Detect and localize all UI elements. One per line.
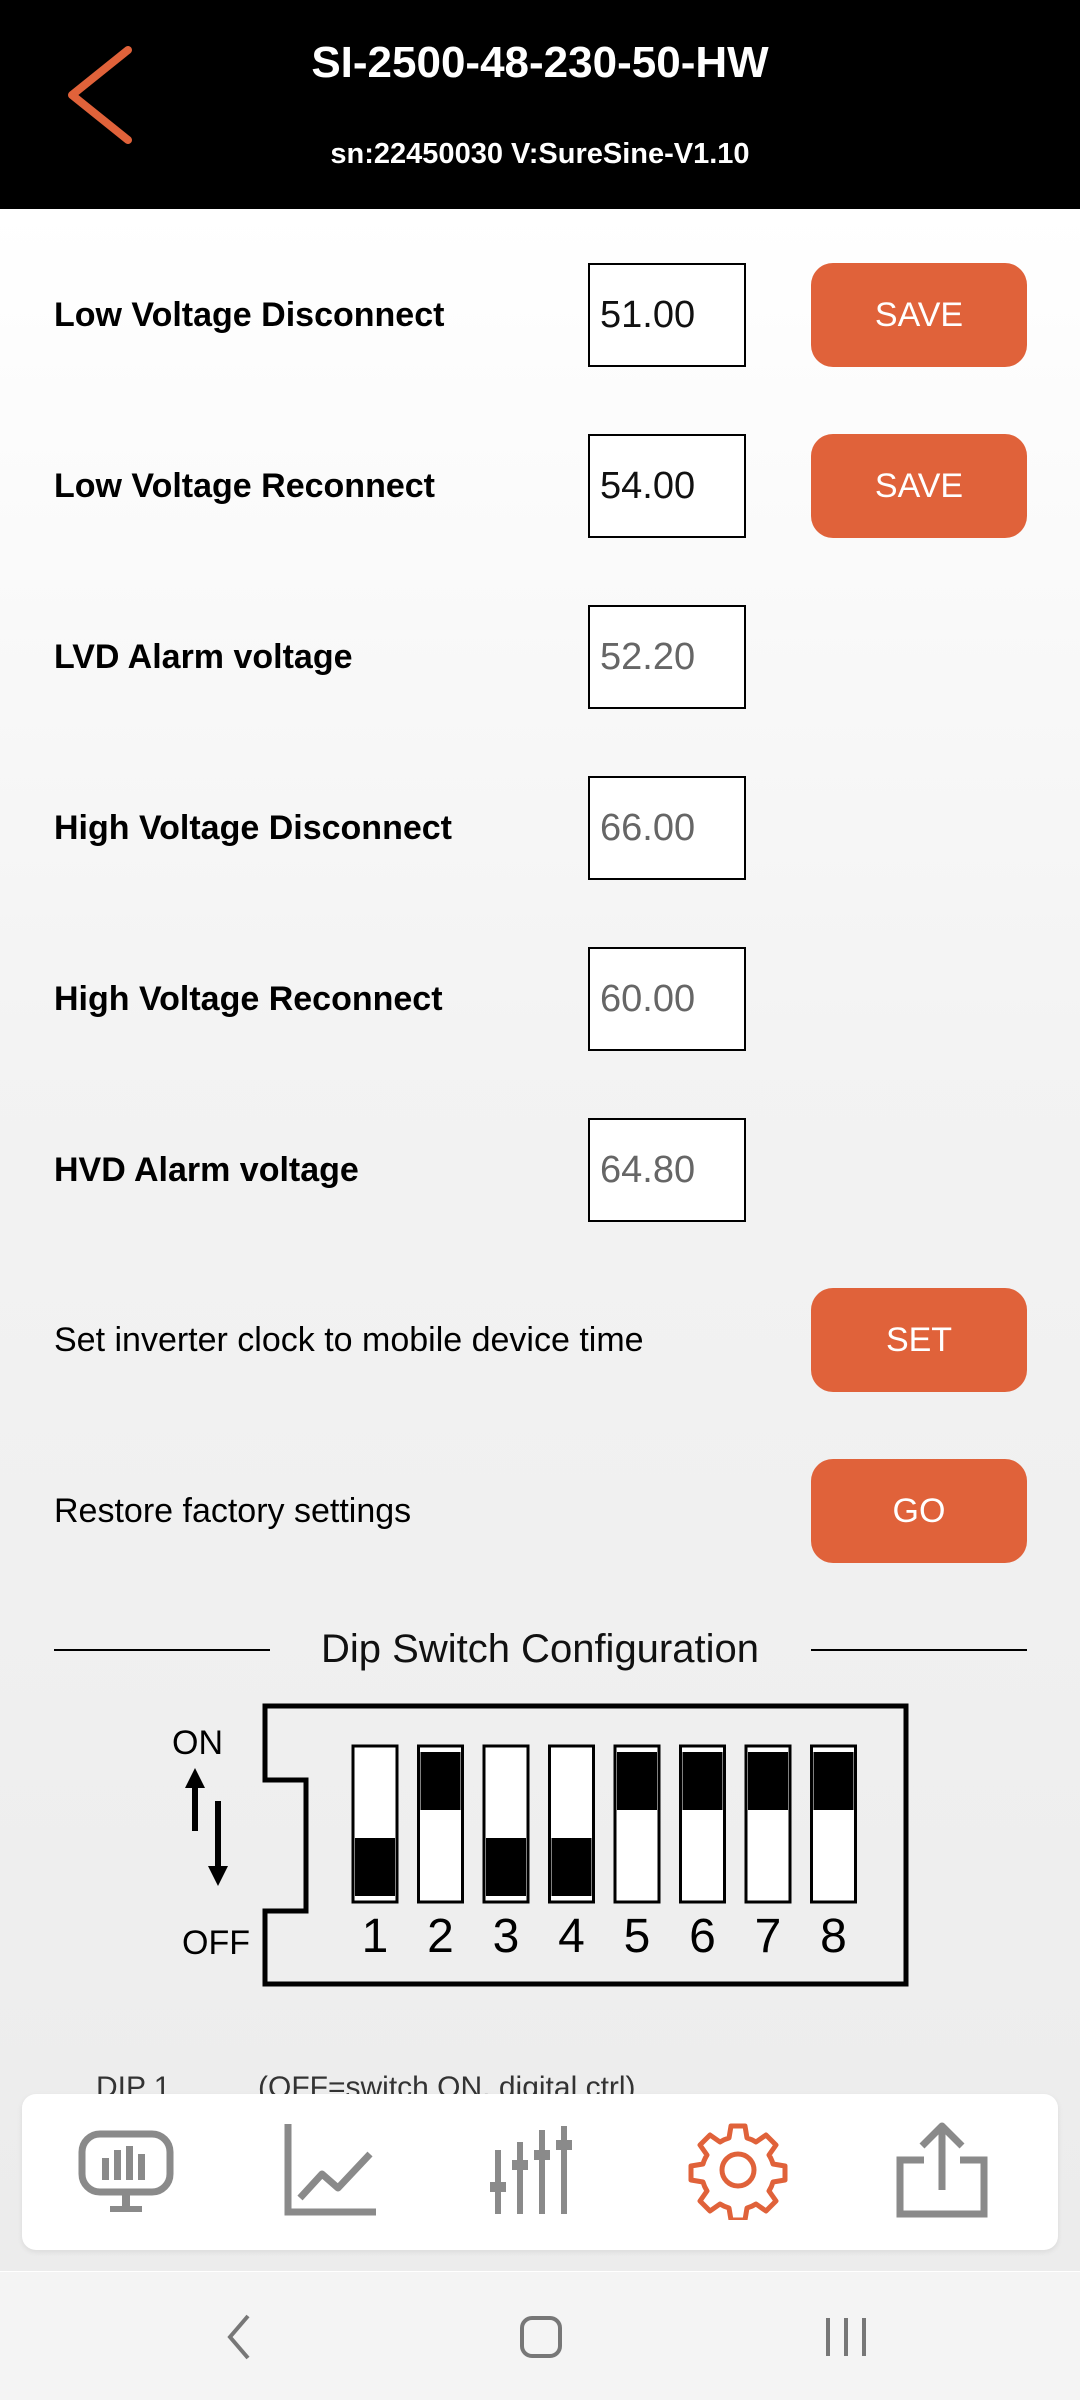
system-back-button[interactable] (212, 2312, 272, 2362)
dip-switch-number: 5 (624, 1910, 651, 1963)
low-voltage-reconnect-input[interactable]: 54.00 (588, 434, 746, 538)
nav-share[interactable] (892, 2120, 992, 2220)
line-chart-icon (284, 2124, 376, 2216)
dip-switch-knob (682, 1752, 723, 1810)
home-square-icon (520, 2316, 562, 2358)
nav-monitor[interactable] (76, 2120, 176, 2220)
device-subtitle: sn:22450030 V:SureSine-V1.10 (330, 138, 750, 170)
dip-switch-6: 6 (679, 1744, 726, 1963)
setting-label: High Voltage Disconnect (54, 809, 452, 847)
sliders-icon (490, 2126, 572, 2214)
dip-switch-diagram: ON OFF 12345678 (172, 1703, 909, 1987)
dip-switch-knob (748, 1752, 788, 1810)
dip-section-header: Dip Switch Configuration (0, 1619, 1080, 1679)
action-label: Restore factory settings (54, 1492, 412, 1530)
action-row-restore-factory: Restore factory settings GO (0, 1459, 1080, 1563)
save-lvd-button[interactable]: SAVE (811, 263, 1027, 367)
share-icon (896, 2122, 988, 2218)
dip-switch-3: 3 (482, 1744, 530, 1963)
dip-switch-number: 6 (689, 1910, 716, 1963)
dip-on-label: ON (172, 1724, 223, 1762)
action-label: Set inverter clock to mobile device time (54, 1321, 644, 1359)
dip-switch-knob (420, 1752, 461, 1810)
setting-row-high-voltage-reconnect: High Voltage Reconnect 60.00 (0, 947, 1080, 1051)
setting-label: High Voltage Reconnect (54, 980, 443, 1018)
monitor-chart-icon (78, 2130, 174, 2212)
setting-label: HVD Alarm voltage (54, 1151, 359, 1189)
high-voltage-disconnect-field: 66.00 (588, 776, 746, 880)
setting-label: LVD Alarm voltage (54, 638, 353, 676)
setting-row-lvd-alarm: LVD Alarm voltage 52.20 (0, 605, 1080, 709)
device-title: SI-2500-48-230-50-HW (311, 38, 769, 87)
gear-icon (688, 2123, 788, 2223)
dip-switch-knob (813, 1752, 854, 1810)
restore-factory-go-button[interactable]: GO (811, 1459, 1027, 1563)
dip-switch-number: 4 (558, 1910, 585, 1963)
setting-label: Low Voltage Reconnect (54, 467, 435, 505)
setting-row-hvd-alarm: HVD Alarm voltage 64.80 (0, 1118, 1080, 1222)
nav-adjust[interactable] (484, 2120, 584, 2220)
save-lvr-button[interactable]: SAVE (811, 434, 1027, 538)
setting-label: Low Voltage Disconnect (54, 296, 445, 334)
lvd-alarm-field: 52.20 (588, 605, 746, 709)
dip-switch-number: 2 (427, 1910, 454, 1963)
setting-row-high-voltage-disconnect: High Voltage Disconnect 66.00 (0, 776, 1080, 880)
dip-switch-knob (355, 1838, 395, 1896)
bottom-navbar (22, 2094, 1058, 2250)
dip-switch-1: 1 (351, 1744, 399, 1963)
dip-switch-4: 4 (548, 1744, 595, 1963)
dip-switch-group: 12345678 (351, 1744, 857, 1963)
dip-switch-5: 5 (613, 1744, 661, 1963)
setting-row-low-voltage-reconnect: Low Voltage Reconnect 54.00 SAVE (0, 434, 1080, 538)
updown-arrows-icon (185, 1768, 228, 1886)
dip-switch-knob (617, 1752, 657, 1810)
dip-switch-2: 2 (417, 1744, 464, 1963)
dip-switch-7: 7 (744, 1744, 792, 1963)
dip-off-label: OFF (182, 1924, 250, 1962)
dip-switch-knob (486, 1838, 526, 1896)
nav-history[interactable] (280, 2120, 380, 2220)
set-clock-button[interactable]: SET (811, 1288, 1027, 1392)
hvd-alarm-field: 64.80 (588, 1118, 746, 1222)
dip-switch-number: 7 (755, 1910, 782, 1963)
divider (811, 1649, 1027, 1651)
low-voltage-disconnect-input[interactable]: 51.00 (588, 263, 746, 367)
dip-switch-8: 8 (810, 1744, 857, 1963)
action-row-set-clock: Set inverter clock to mobile device time… (0, 1288, 1080, 1392)
system-home-button[interactable] (512, 2312, 572, 2362)
dip-switch-knob (551, 1838, 592, 1896)
dip-switch-number: 1 (362, 1910, 389, 1963)
system-navigation-bar (0, 2272, 1080, 2400)
nav-settings[interactable] (688, 2120, 788, 2223)
high-voltage-reconnect-field: 60.00 (588, 947, 746, 1051)
dip-switch-number: 3 (493, 1910, 520, 1963)
dip-switch-number: 8 (820, 1910, 847, 1963)
setting-row-low-voltage-disconnect: Low Voltage Disconnect 51.00 SAVE (0, 263, 1080, 367)
chevron-left-icon (227, 2314, 250, 2360)
recents-icon (826, 2318, 866, 2356)
system-recents-button[interactable] (816, 2312, 876, 2362)
app-header: SI-2500-48-230-50-HW sn:22450030 V:SureS… (0, 0, 1080, 209)
